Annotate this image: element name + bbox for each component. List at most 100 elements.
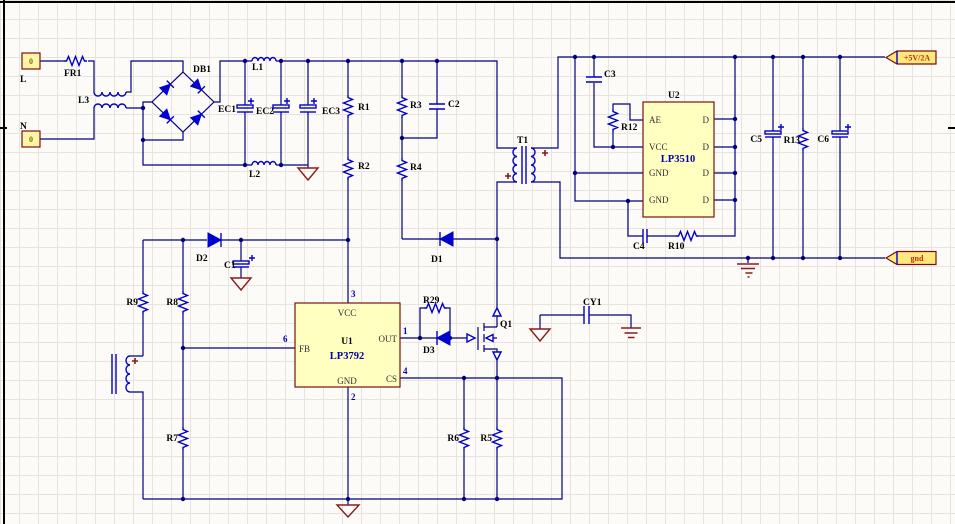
chip-u2-ref: U2 (668, 91, 680, 101)
ground-symbol (231, 278, 251, 290)
resistor-r12-label: R12 (621, 123, 638, 133)
resistor-r9[interactable]: R9 (126, 291, 147, 314)
resistor-r2-label: R2 (358, 162, 370, 172)
resistor-r3-label: R3 (410, 101, 422, 111)
port-neutral[interactable]: 0 N (20, 122, 40, 147)
diode-d3[interactable]: D3 (423, 331, 450, 356)
chip-u1-pin-cs: CS (386, 374, 397, 384)
capacitor-c6[interactable]: C6 (817, 124, 851, 145)
chip-u2-pin-d1: D (703, 115, 710, 125)
schematic-canvas: 0 L 0 N FR1 L3 DB1 L1 L2 EC1 (0, 0, 955, 524)
chip-u1-pin6-number: 6 (283, 334, 288, 344)
chip-u1-pin-gnd: GND (337, 376, 357, 386)
resistor-r13[interactable]: R13 (784, 128, 808, 151)
capacitor-ec2[interactable]: EC2 (256, 98, 290, 117)
resistor-r12[interactable]: R12 (609, 109, 638, 133)
capacitor-c4[interactable]: C4 (633, 229, 647, 252)
resistor-r4-label: R4 (410, 163, 422, 173)
capacitor-c1-label: C1 (224, 261, 236, 271)
aux-winding[interactable] (112, 354, 138, 394)
mosfet-q1[interactable]: Q1 (467, 308, 512, 360)
resistor-r1[interactable]: R1 (344, 95, 370, 118)
resistor-r8-label: R8 (166, 298, 178, 308)
resistor-r6-label: R6 (447, 434, 459, 444)
resistor-r29[interactable]: R29 (423, 296, 447, 313)
chip-u1-pin-out: OUT (379, 334, 398, 344)
capacitor-c5-label: C5 (750, 135, 762, 145)
chip-u2-pin-d2: D (703, 142, 710, 152)
polarity-dot (505, 173, 511, 179)
ground-output (737, 264, 759, 277)
capacitor-c3[interactable]: C3 (586, 70, 616, 82)
chip-u2-pin-d4: D (703, 195, 710, 205)
capacitor-cy1-label: CY1 (583, 298, 602, 308)
port-neutral-value: 0 (29, 135, 33, 144)
chip-u1-pin-vcc: VCC (338, 308, 357, 318)
diode-d1[interactable]: D1 (431, 232, 453, 265)
chip-u1-pin1-number: 1 (403, 326, 408, 336)
mosfet-q1-label: Q1 (500, 320, 512, 330)
resistor-r13-label: R13 (784, 136, 801, 146)
fuse-fr1[interactable]: FR1 (64, 57, 87, 80)
resistor-r10[interactable]: R10 (668, 232, 699, 253)
diode-d3-label: D3 (423, 346, 435, 356)
resistor-r7-label: R7 (166, 434, 178, 444)
bridge-db1[interactable]: DB1 (152, 65, 214, 132)
chip-u2-pin-d3: D (703, 168, 710, 178)
inductor-l1[interactable]: L1 (252, 58, 276, 74)
polarity-dot (542, 150, 548, 156)
inductor-l2-label: L2 (249, 170, 260, 180)
net-flag-gnd[interactable]: gnd (886, 252, 936, 265)
capacitor-ec1-label: EC1 (218, 105, 236, 115)
port-neutral-label: N (20, 122, 27, 132)
resistor-r29-label: R29 (423, 296, 440, 306)
capacitor-c1[interactable]: C1 (224, 255, 255, 290)
polarity-dot (132, 358, 138, 364)
port-line-label: L (20, 75, 26, 85)
resistor-r5[interactable]: R5 (480, 427, 501, 450)
chip-u1[interactable]: VCC FB OUT GND CS U1 LP3792 3 6 1 4 2 (283, 289, 408, 402)
inductor-l2[interactable]: L2 (249, 162, 276, 180)
resistor-r4[interactable]: R4 (398, 158, 422, 181)
resistor-r2[interactable]: R2 (344, 157, 370, 180)
chip-u2-part: LP3510 (661, 154, 695, 165)
transformer-t1-label: T1 (517, 136, 528, 146)
capacitor-c3-label: C3 (604, 70, 616, 80)
chip-u1-pin2-number: 2 (351, 392, 356, 402)
capacitor-ec1[interactable]: EC1 (218, 98, 254, 115)
diode-d2-label: D2 (196, 254, 208, 264)
transformer-t1[interactable]: T1 (505, 136, 548, 184)
port-line-value: 0 (29, 57, 33, 66)
capacitor-c2[interactable]: C2 (429, 100, 460, 110)
capacitor-ec3[interactable]: EC3 (298, 98, 340, 180)
net-flag-vout[interactable]: +5V/2A (886, 51, 936, 64)
capacitor-ec3-label: EC3 (322, 107, 340, 117)
resistor-r8[interactable]: R8 (166, 291, 187, 314)
chip-u2-pin-gnd2: GND (649, 195, 669, 205)
inductor-l1-label: L1 (252, 63, 263, 73)
chip-u1-pin4-number: 4 (403, 366, 408, 376)
ground-symbol (530, 329, 550, 341)
resistor-r5-label: R5 (480, 434, 492, 444)
resistor-r7[interactable]: R7 (166, 427, 187, 450)
schematic-sheet: 0 L 0 N FR1 L3 DB1 L1 L2 EC1 (0, 0, 955, 524)
capacitor-c5[interactable]: C5 (750, 124, 784, 145)
chip-u2[interactable]: U2 AE VCC GND GND D D D D LP3510 (643, 91, 714, 217)
resistor-r9-label: R9 (126, 298, 138, 308)
capacitor-c2-label: C2 (448, 100, 460, 110)
net-flag-vout-label: +5V/2A (904, 54, 931, 63)
capacitor-ec2-label: EC2 (256, 107, 274, 117)
capacitor-cy1[interactable]: CY1 (530, 298, 641, 341)
bridge-db1-label: DB1 (193, 65, 211, 75)
capacitor-c6-label: C6 (817, 135, 829, 145)
port-line[interactable]: 0 L (20, 53, 40, 85)
resistor-r3[interactable]: R3 (398, 95, 422, 118)
choke-l3[interactable]: L3 (78, 92, 126, 108)
chip-u1-pin3-number: 3 (351, 289, 356, 299)
chip-u2-pin-gnd1: GND (649, 168, 669, 178)
diode-d2[interactable]: D2 (196, 233, 221, 264)
resistor-r6[interactable]: R6 (447, 427, 468, 450)
resistor-r1-label: R1 (358, 103, 370, 113)
earth-ground-symbol (621, 328, 641, 338)
fuse-fr1-label: FR1 (64, 69, 82, 79)
